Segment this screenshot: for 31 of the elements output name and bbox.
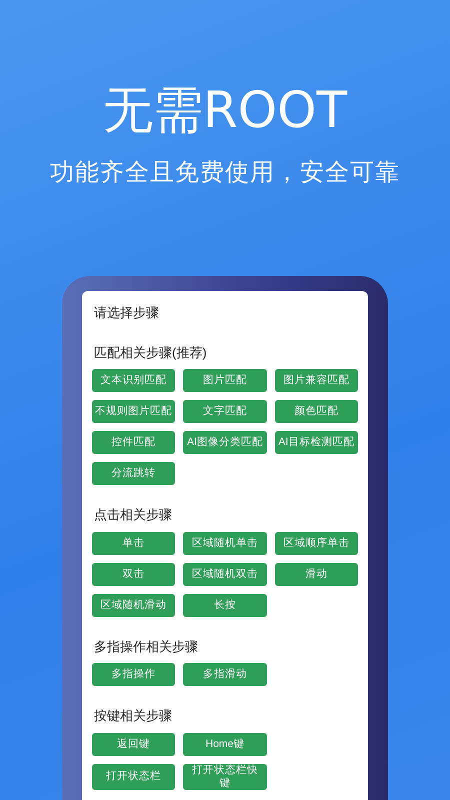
step-button[interactable]: 文本识别匹配	[92, 369, 176, 392]
step-button[interactable]: 多指操作	[92, 663, 176, 686]
section-title: 匹配相关步骤(推荐)	[94, 344, 208, 362]
step-button[interactable]: 单击	[92, 532, 176, 554]
screen-title: 请选择步骤	[94, 304, 160, 322]
step-button[interactable]: 区域随机双击	[183, 562, 267, 586]
step-button[interactable]: 滑动	[274, 562, 358, 586]
step-button[interactable]: 文字匹配	[183, 400, 267, 423]
section-title: 点击相关步骤	[94, 506, 173, 524]
step-button[interactable]: 区域随机单击	[183, 532, 267, 554]
step-button[interactable]: AI图像分类匹配	[183, 431, 267, 454]
step-button[interactable]: 打开状态栏	[92, 764, 176, 790]
step-button[interactable]: 不规则图片匹配	[92, 400, 176, 423]
step-button[interactable]: AI目标检测匹配	[274, 431, 358, 454]
step-button[interactable]: 颜色匹配	[274, 400, 358, 423]
subtitle: 功能齐全且免费使用，安全可靠	[50, 158, 400, 188]
step-button[interactable]: 图片匹配	[183, 369, 267, 392]
step-button[interactable]: 分流跳转	[92, 462, 176, 485]
section-title: 多指操作相关步骤	[94, 638, 199, 656]
step-button[interactable]: 返回键	[92, 732, 176, 756]
step-button[interactable]: 区域随机滑动	[92, 594, 176, 616]
step-button[interactable]: 图片兼容匹配	[274, 369, 358, 392]
step-button[interactable]: 区域顺序单击	[274, 532, 358, 554]
headline: 无需ROOT	[103, 80, 347, 140]
section-title: 按键相关步骤	[94, 707, 173, 725]
step-button[interactable]: 多指滑动	[183, 663, 267, 686]
step-button[interactable]: 双击	[92, 562, 176, 586]
step-button[interactable]: 控件匹配	[92, 431, 176, 454]
step-button[interactable]: 打开状态栏快 键	[183, 764, 267, 790]
step-button[interactable]: Home键	[183, 732, 267, 756]
step-button[interactable]: 长按	[183, 594, 267, 616]
